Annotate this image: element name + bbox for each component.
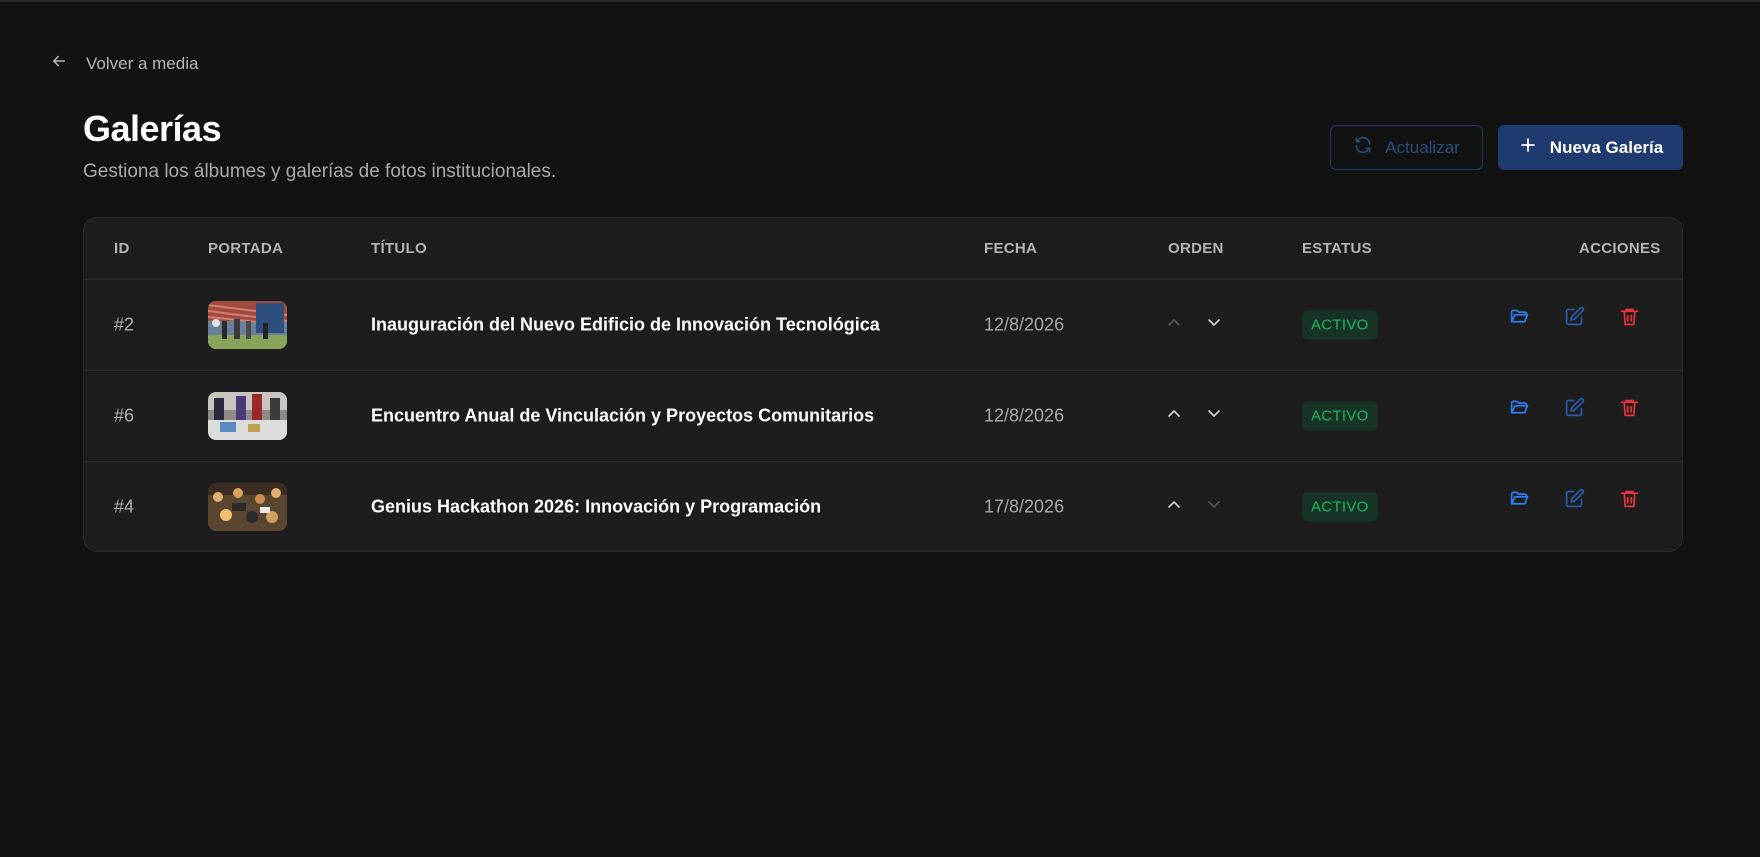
chevron-up-icon[interactable] — [1164, 494, 1184, 519]
row-id: #2 — [114, 314, 135, 334]
column-header-id: ID — [114, 240, 130, 257]
status-badge: ACTIVO — [1302, 401, 1378, 430]
cover-thumbnail — [208, 300, 287, 349]
chevron-down-icon[interactable] — [1204, 494, 1224, 519]
galleries-table: ID PORTADA TÍTULO FECHA ORDEN ESTATUS AC… — [83, 217, 1683, 552]
chevron-up-icon[interactable] — [1164, 312, 1184, 337]
back-link-label: Volver a media — [86, 53, 199, 73]
trash-icon[interactable] — [1619, 488, 1640, 514]
column-header-cover: PORTADA — [208, 240, 284, 257]
table-header: ID PORTADA TÍTULO FECHA ORDEN ESTATUS AC… — [84, 218, 1682, 280]
trash-icon[interactable] — [1619, 306, 1640, 332]
order-controls — [1164, 403, 1224, 428]
chevron-up-icon[interactable] — [1164, 403, 1184, 428]
order-controls — [1164, 312, 1224, 337]
status-badge: ACTIVO — [1302, 310, 1378, 339]
refresh-button[interactable]: Actualizar — [1330, 125, 1483, 170]
folder-open-icon[interactable] — [1509, 397, 1530, 423]
plus-icon — [1518, 135, 1538, 160]
arrow-left-icon — [50, 52, 68, 75]
chevron-down-icon[interactable] — [1204, 403, 1224, 428]
table-row: #2 Inauguración del Nuevo Edificio de In… — [84, 279, 1682, 371]
row-title[interactable]: Encuentro Anual de Vinculación y Proyect… — [371, 405, 874, 426]
edit-icon[interactable] — [1564, 306, 1585, 332]
back-to-media-link[interactable]: Volver a media — [50, 52, 198, 75]
row-title[interactable]: Inauguración del Nuevo Edificio de Innov… — [371, 314, 880, 335]
refresh-icon — [1353, 135, 1373, 160]
column-header-status: ESTATUS — [1302, 240, 1372, 257]
column-header-date: FECHA — [984, 240, 1038, 257]
refresh-button-label: Actualizar — [1385, 137, 1460, 157]
folder-open-icon[interactable] — [1509, 306, 1530, 332]
row-actions — [1509, 306, 1640, 332]
column-header-actions: ACCIONES — [1579, 240, 1661, 257]
edit-icon[interactable] — [1564, 397, 1585, 423]
row-actions — [1509, 397, 1640, 423]
new-gallery-button-label: Nueva Galería — [1549, 137, 1664, 157]
chevron-down-icon[interactable] — [1204, 312, 1224, 337]
page-subtitle: Gestiona los álbumes y galerías de fotos… — [83, 161, 557, 182]
row-id: #4 — [114, 496, 135, 516]
page-title: Galerías — [83, 108, 222, 149]
row-date: 12/8/2026 — [984, 405, 1065, 425]
row-date: 17/8/2026 — [984, 496, 1065, 516]
row-actions — [1509, 488, 1640, 514]
row-date: 12/8/2026 — [984, 314, 1065, 334]
trash-icon[interactable] — [1619, 397, 1640, 423]
row-title[interactable]: Genius Hackathon 2026: Innovación y Prog… — [371, 496, 821, 517]
edit-icon[interactable] — [1564, 488, 1585, 514]
column-header-title: TÍTULO — [371, 240, 427, 257]
folder-open-icon[interactable] — [1509, 488, 1530, 514]
row-id: #6 — [114, 405, 135, 425]
order-controls — [1164, 494, 1224, 519]
cover-thumbnail — [208, 482, 287, 531]
table-row: #4 Genius Hackathon 2026: Innovación y P… — [84, 461, 1682, 551]
table-row: #6 Encuentro Anual de Vinculación y Proy… — [84, 370, 1682, 462]
window-top-border — [0, 0, 1760, 2]
status-badge: ACTIVO — [1302, 492, 1378, 521]
column-header-order: ORDEN — [1168, 240, 1224, 257]
new-gallery-button[interactable]: Nueva Galería — [1498, 125, 1683, 170]
cover-thumbnail — [208, 391, 287, 440]
